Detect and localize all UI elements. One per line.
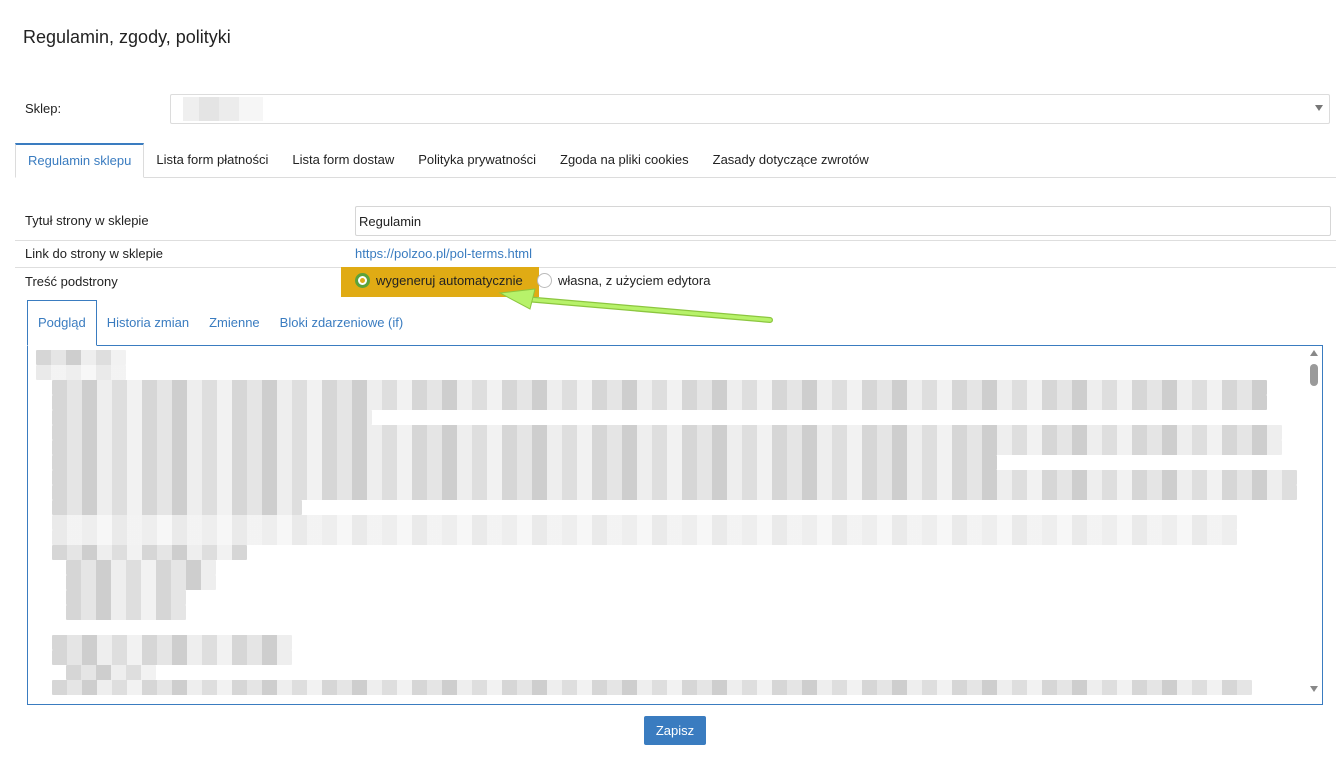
save-button[interactable]: Zapisz (644, 716, 706, 745)
content-label: Treść podstrony (25, 274, 118, 289)
blurred-text-line (66, 590, 186, 605)
scroll-down-icon[interactable] (1310, 686, 1318, 692)
blurred-text-line (66, 665, 156, 680)
page-link[interactable]: https://polzoo.pl/pol-terms.html (355, 246, 532, 261)
tab-polityka-prywatnosci[interactable]: Polityka prywatności (406, 143, 548, 178)
tab-zgoda-cookies[interactable]: Zgoda na pliki cookies (548, 143, 701, 178)
tab-historia-zmian[interactable]: Historia zmian (97, 300, 199, 346)
link-label: Link do strony w sklepie (25, 246, 164, 261)
blurred-text-line (52, 380, 1267, 395)
preview-panel[interactable] (27, 345, 1323, 705)
divider (15, 267, 1336, 268)
blurred-text-line (66, 560, 216, 575)
page-title: Regulamin, zgody, polityki (23, 27, 231, 47)
tab-lista-form-dostaw[interactable]: Lista form dostaw (280, 143, 406, 178)
blurred-text-line (36, 365, 126, 380)
title-label: Tytuł strony w sklepie (25, 213, 149, 228)
blurred-text-line (52, 680, 1252, 695)
shop-select-value (183, 97, 263, 121)
tab-zasady-zwrotow[interactable]: Zasady dotyczące zwrotów (701, 143, 881, 178)
blurred-text-line (52, 545, 247, 560)
shop-label: Sklep: (25, 101, 62, 116)
blurred-text-line (52, 530, 1237, 545)
chevron-down-icon (1315, 105, 1323, 111)
scrollbar[interactable] (1306, 346, 1322, 704)
tab-podglad[interactable]: Podgląd (27, 300, 97, 346)
radio-checked-icon (355, 273, 370, 288)
blurred-text-line (52, 500, 302, 515)
blurred-text-line (52, 410, 372, 425)
scroll-thumb[interactable] (1310, 364, 1318, 386)
blurred-text-line (52, 425, 1282, 440)
blurred-text-line (52, 455, 997, 470)
title-input[interactable] (355, 206, 1331, 236)
sub-tabs: Podgląd Historia zmian Zmienne Bloki zda… (27, 300, 1323, 346)
blurred-text-line (66, 575, 216, 590)
tab-zmienne[interactable]: Zmienne (199, 300, 270, 346)
blurred-text-line (52, 650, 292, 665)
shop-select[interactable] (170, 94, 1330, 124)
divider (15, 240, 1336, 241)
blurred-text-line (52, 440, 1282, 455)
scroll-up-icon[interactable] (1310, 350, 1318, 356)
blurred-text-line (52, 395, 1267, 410)
blurred-text-line (52, 485, 1297, 500)
blurred-text-line (52, 470, 1297, 485)
main-tabs: Regulamin sklepu Lista form płatności Li… (15, 143, 1336, 178)
blurred-text-line (66, 605, 186, 620)
blurred-text-line (36, 350, 126, 365)
tab-bloki-zdarzeniowe[interactable]: Bloki zdarzeniowe (if) (270, 300, 414, 346)
blurred-text-line (52, 515, 1237, 530)
tab-regulamin-sklepu[interactable]: Regulamin sklepu (15, 143, 145, 178)
blurred-text-line (52, 635, 292, 650)
tab-lista-form-platnosci[interactable]: Lista form płatności (144, 143, 280, 178)
